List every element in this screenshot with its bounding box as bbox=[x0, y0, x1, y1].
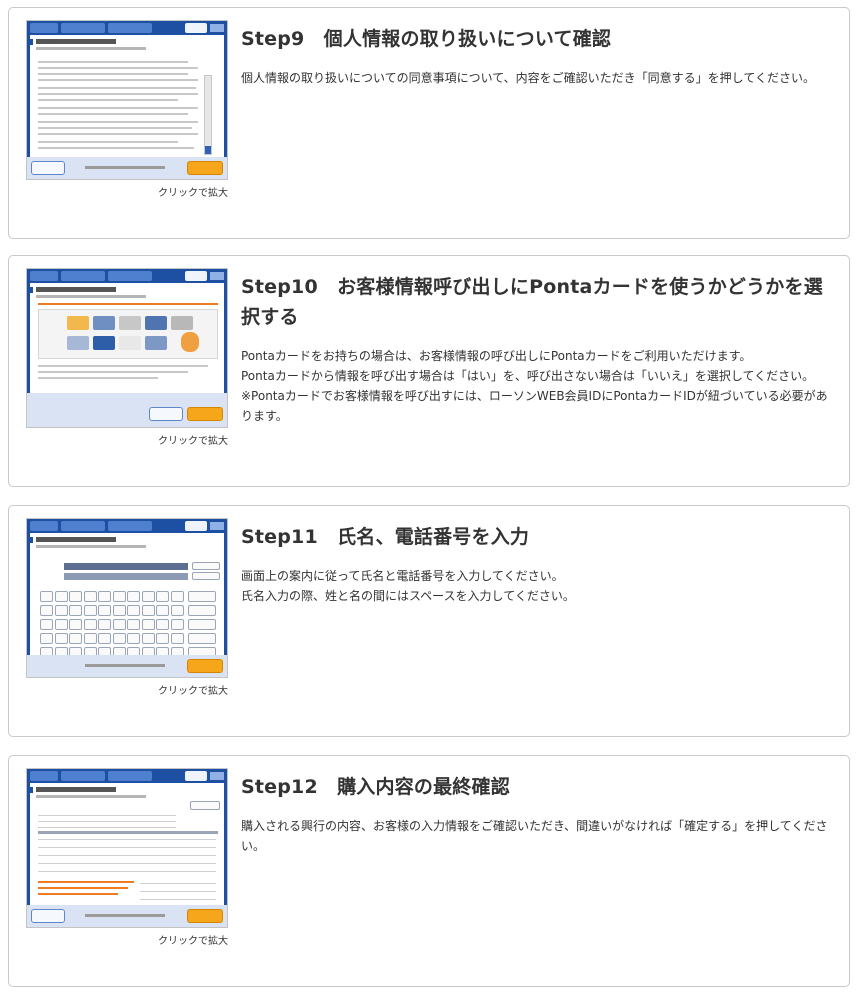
step10-thumbnail[interactable] bbox=[26, 268, 228, 428]
kiosk-no-button bbox=[149, 407, 183, 421]
keyboard-key bbox=[127, 633, 140, 644]
step-title: Step10 お客様情報呼び出しにPontaカードを使うかどうかを選択する bbox=[241, 276, 823, 328]
step-description: 個人情報の取り扱いについての同意事項について、内容をご確認いただき「同意する」を… bbox=[241, 71, 815, 85]
step-description: 購入される興行の内容、お客様の入力情報をご確認いただき、間違いがなければ「確定す… bbox=[241, 819, 828, 853]
keyboard-key bbox=[98, 619, 111, 630]
keyboard-key bbox=[141, 605, 155, 616]
keyboard-key bbox=[156, 633, 169, 644]
kiosk-screen bbox=[30, 783, 224, 905]
kiosk-screen bbox=[30, 283, 224, 405]
step11-thumbnail[interactable] bbox=[26, 518, 228, 678]
kiosk-screen bbox=[30, 533, 224, 658]
kiosk-agree-button bbox=[187, 161, 223, 175]
keyboard-key bbox=[170, 633, 184, 644]
step9-thumbnail-wrap: クリックで拡大 bbox=[26, 20, 228, 199]
kiosk-confirm-button bbox=[187, 909, 223, 923]
keyboard-key bbox=[69, 605, 82, 616]
keyboard-key bbox=[112, 619, 126, 630]
keyboard-key bbox=[127, 605, 140, 616]
keyboard-key bbox=[156, 619, 169, 630]
step-title: Step11 氏名、電話番号を入力 bbox=[241, 526, 530, 548]
keyboard-key bbox=[141, 619, 155, 630]
step-card-12: クリックで拡大 Step12 購入内容の最終確認 購入される興行の内容、お客様の… bbox=[8, 755, 850, 987]
keyboard-key bbox=[83, 633, 97, 644]
keyboard-key bbox=[83, 605, 97, 616]
keyboard-key bbox=[112, 591, 126, 602]
keyboard-key bbox=[98, 633, 111, 644]
keyboard-key bbox=[112, 605, 126, 616]
step-description: Pontaカードをお持ちの場合は、お客様情報の呼び出しにPontaカードをご利用… bbox=[241, 349, 828, 423]
step9-thumbnail[interactable] bbox=[26, 20, 228, 180]
keyboard-key bbox=[156, 605, 169, 616]
keyboard-key bbox=[83, 619, 97, 630]
keyboard-key bbox=[69, 591, 82, 602]
keyboard-key bbox=[170, 605, 184, 616]
keyboard-key bbox=[98, 605, 111, 616]
keyboard-key bbox=[170, 619, 184, 630]
step-card-9: クリックで拡大 Step9 個人情報の取り扱いについて確認 個人情報の取り扱いに… bbox=[8, 7, 850, 239]
kiosk-screen bbox=[30, 35, 224, 157]
keyboard-key bbox=[69, 633, 82, 644]
keyboard-key bbox=[54, 591, 68, 602]
kiosk-back-button bbox=[31, 161, 65, 175]
kiosk-yes-button bbox=[187, 407, 223, 421]
step-description: 画面上の案内に従って氏名と電話番号を入力してください。 氏名入力の際、姓と名の間… bbox=[241, 569, 575, 603]
keyboard-key bbox=[127, 591, 140, 602]
keyboard-key bbox=[40, 619, 53, 630]
enlarge-link[interactable]: クリックで拡大 bbox=[26, 432, 228, 447]
step10-thumbnail-wrap: クリックで拡大 bbox=[26, 268, 228, 447]
keyboard-key bbox=[40, 605, 53, 616]
keyboard-key bbox=[170, 591, 184, 602]
kiosk-top-bar bbox=[27, 21, 227, 35]
keyboard-key bbox=[40, 591, 53, 602]
step-title: Step12 購入内容の最終確認 bbox=[241, 776, 510, 798]
enlarge-link[interactable]: クリックで拡大 bbox=[26, 932, 228, 947]
step11-thumbnail-wrap: クリックで拡大 bbox=[26, 518, 228, 697]
kiosk-next-button bbox=[187, 659, 223, 673]
step-card-11: クリックで拡大 Step11 氏名、電話番号を入力 画面上の案内に従って氏名と電… bbox=[8, 505, 850, 737]
keyboard-key bbox=[156, 591, 169, 602]
keyboard-key bbox=[127, 619, 140, 630]
keyboard-key bbox=[98, 591, 111, 602]
enlarge-link[interactable]: クリックで拡大 bbox=[26, 184, 228, 199]
keyboard-key bbox=[83, 591, 97, 602]
scrollbar bbox=[204, 75, 212, 155]
keyboard-key bbox=[112, 633, 126, 644]
keyboard-key bbox=[40, 633, 53, 644]
enlarge-link[interactable]: クリックで拡大 bbox=[26, 682, 228, 697]
kiosk-back-button bbox=[31, 909, 65, 923]
step12-thumbnail[interactable] bbox=[26, 768, 228, 928]
keyboard-key bbox=[54, 633, 68, 644]
keyboard-key bbox=[54, 605, 68, 616]
step12-thumbnail-wrap: クリックで拡大 bbox=[26, 768, 228, 947]
step-card-10: クリックで拡大 Step10 お客様情報呼び出しにPontaカードを使うかどうか… bbox=[8, 255, 850, 487]
keyboard-key bbox=[141, 633, 155, 644]
step-title: Step9 個人情報の取り扱いについて確認 bbox=[241, 28, 612, 50]
keyboard-key bbox=[141, 591, 155, 602]
keyboard-key bbox=[69, 619, 82, 630]
keyboard-key bbox=[54, 619, 68, 630]
